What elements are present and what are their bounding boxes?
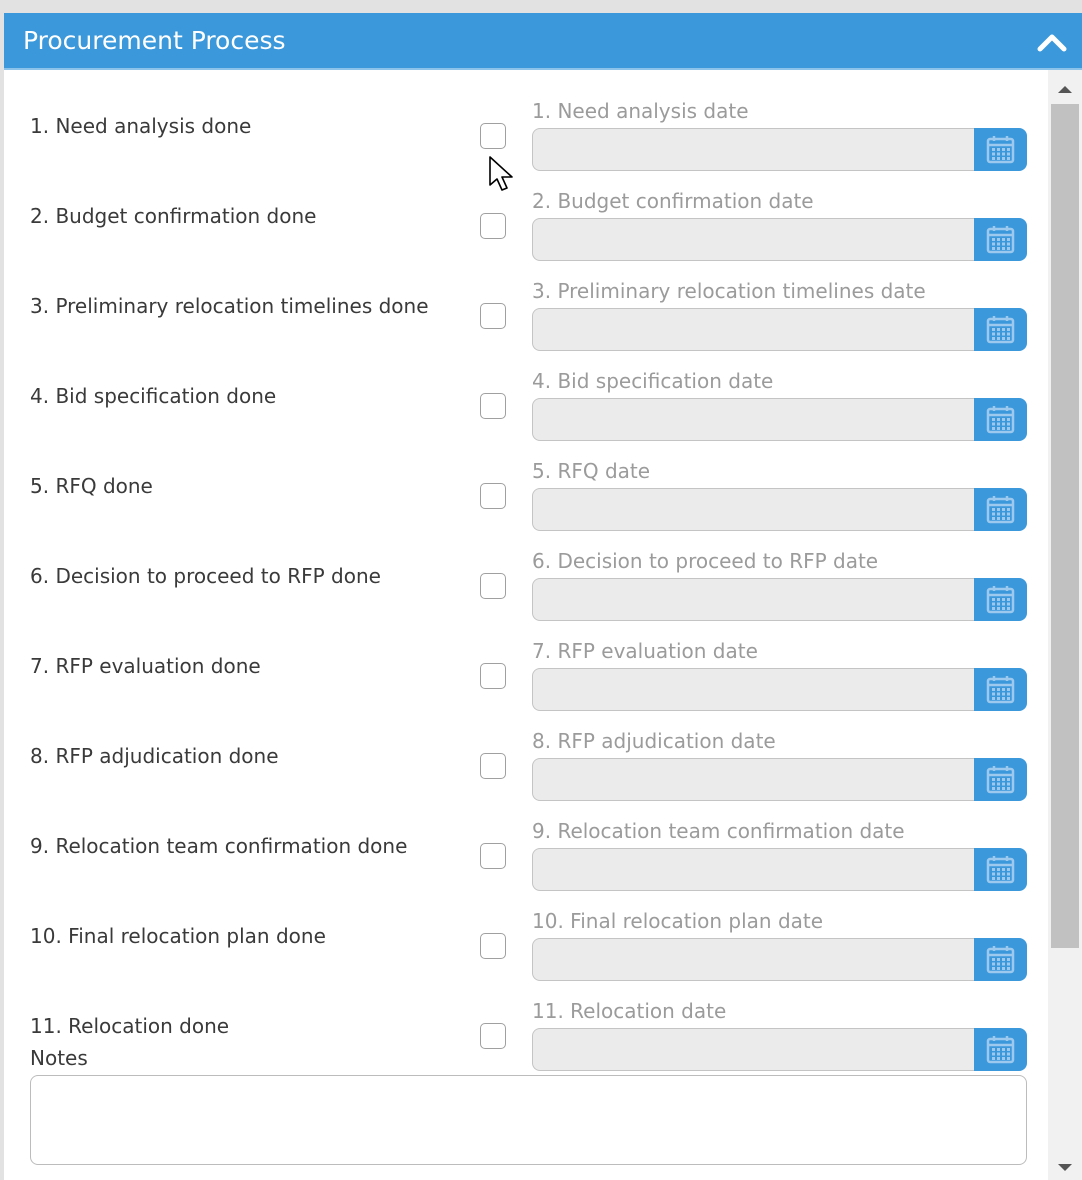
scroll-up-arrow-icon[interactable]	[1048, 78, 1082, 102]
panel-header[interactable]: Procurement Process	[4, 13, 1082, 70]
step-row: 8. RFP adjudication done 8. RFP adjudicat…	[4, 700, 1048, 801]
step-date-label: 7. RFP evaluation date	[532, 639, 758, 663]
step-done-checkbox[interactable]	[480, 303, 506, 329]
step-date-label: 9. Relocation team confirmation date	[532, 819, 905, 843]
step-done-checkbox[interactable]	[480, 933, 506, 959]
step-done-label: 7. RFP evaluation done	[30, 654, 261, 678]
procurement-process-panel: Procurement Process 1. Need analysis don…	[4, 13, 1082, 1180]
chevron-up-icon[interactable]	[1036, 30, 1068, 54]
step-date-label: 6. Decision to proceed to RFP date	[532, 549, 879, 573]
step-done-label: 9. Relocation team confirmation done	[30, 834, 408, 858]
step-done-label: 8. RFP adjudication done	[30, 744, 279, 768]
step-done-label: 4. Bid specification done	[30, 384, 277, 408]
step-date-label: 2. Budget confirmation date	[532, 189, 814, 213]
notes-label: Notes	[30, 1046, 88, 1070]
step-done-checkbox[interactable]	[480, 573, 506, 599]
step-date-label: 8. RFP adjudication date	[532, 729, 776, 753]
step-row: 7. RFP evaluation done 7. RFP evaluation …	[4, 610, 1048, 711]
step-done-checkbox[interactable]	[480, 753, 506, 779]
step-date-label: 1. Need analysis date	[532, 99, 749, 123]
step-done-checkbox[interactable]	[480, 483, 506, 509]
vertical-scrollbar[interactable]	[1048, 70, 1082, 1180]
step-row: 1. Need analysis done 1. Need analysis da…	[4, 70, 1048, 171]
step-done-label: 6. Decision to proceed to RFP done	[30, 564, 381, 588]
calendar-button[interactable]	[974, 1028, 1027, 1071]
scroll-down-arrow-icon[interactable]	[1048, 1155, 1082, 1179]
step-done-checkbox[interactable]	[480, 123, 506, 149]
step-row: 10. Final relocation plan done 10. Final …	[4, 880, 1048, 981]
form-content: 1. Need analysis done 1. Need analysis da…	[4, 70, 1048, 1180]
step-date-label: 3. Preliminary relocation timelines date	[532, 279, 926, 303]
step-row: 5. RFQ done 5. RFQ date	[4, 430, 1048, 531]
step-done-checkbox[interactable]	[480, 663, 506, 689]
step-done-checkbox[interactable]	[480, 843, 506, 869]
step-done-label: 10. Final relocation plan done	[30, 924, 326, 948]
step-row: 4. Bid specification done 4. Bid specific…	[4, 340, 1048, 441]
step-row: 2. Budget confirmation done 2. Budget con…	[4, 160, 1048, 261]
step-done-label: 3. Preliminary relocation timelines done	[30, 294, 429, 318]
step-date-input[interactable]	[532, 1028, 976, 1071]
step-date-label: 11. Relocation date	[532, 999, 727, 1023]
step-row: 3. Preliminary relocation timelines done…	[4, 250, 1048, 351]
step-date-label: 5. RFQ date	[532, 459, 651, 483]
step-row: 11. Relocation done 11. Relocation date	[4, 970, 1048, 1071]
step-row: 9. Relocation team confirmation done 9. R…	[4, 790, 1048, 891]
step-date-label: 10. Final relocation plan date	[532, 909, 824, 933]
step-done-label: 11. Relocation done	[30, 1014, 230, 1038]
step-done-checkbox[interactable]	[480, 1023, 506, 1049]
step-done-label: 5. RFQ done	[30, 474, 153, 498]
step-date-label: 4. Bid specification date	[532, 369, 774, 393]
step-row: 6. Decision to proceed to RFP done 6. Dec…	[4, 520, 1048, 621]
step-done-label: 1. Need analysis done	[30, 114, 252, 138]
scrollbar-thumb[interactable]	[1051, 104, 1079, 948]
step-done-checkbox[interactable]	[480, 393, 506, 419]
notes-textarea[interactable]	[30, 1075, 1027, 1165]
step-done-label: 2. Budget confirmation done	[30, 204, 317, 228]
panel-title: Procurement Process	[23, 26, 286, 55]
step-done-checkbox[interactable]	[480, 213, 506, 239]
